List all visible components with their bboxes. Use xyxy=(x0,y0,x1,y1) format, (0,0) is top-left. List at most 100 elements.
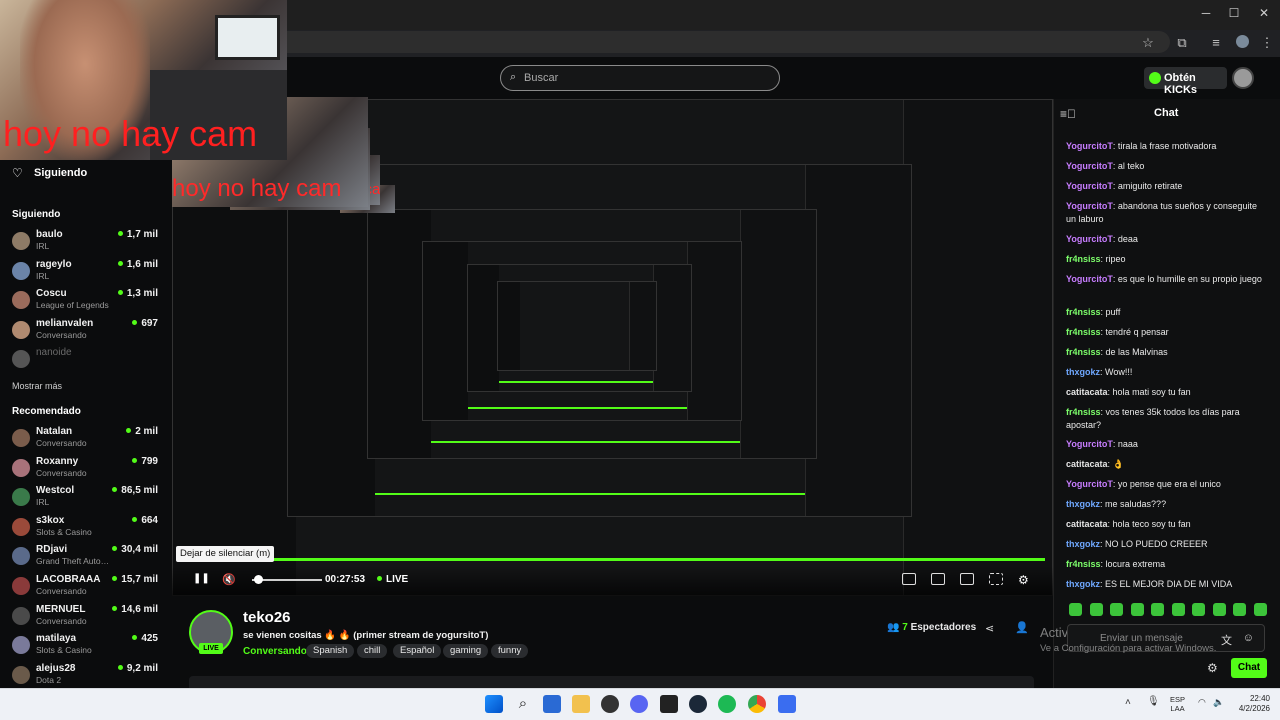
live-progress-bar[interactable] xyxy=(180,558,1045,561)
chat-username[interactable]: thxgokz xyxy=(1066,579,1100,589)
pause-button[interactable]: ❚❚ xyxy=(193,573,210,584)
theater-mode-icon[interactable] xyxy=(931,573,945,585)
share-icon[interactable]: ⋖ xyxy=(985,622,994,635)
sidebar-channel-item[interactable]: matilaya Slots & Casino 425 xyxy=(12,633,162,661)
sidebar-channel-item[interactable]: Coscu League of Legends 1,3 mil xyxy=(12,288,162,316)
stream-tag[interactable]: Spanish xyxy=(306,644,355,658)
stream-tag[interactable]: funny xyxy=(491,644,529,658)
sidebar-channel-item[interactable]: baulo IRL 1,7 mil xyxy=(12,229,162,257)
browser-menu-icon[interactable]: ⋮ xyxy=(1259,35,1275,51)
chat-username[interactable]: YogurcitoT xyxy=(1066,479,1113,489)
emote-icon[interactable] xyxy=(1253,603,1267,616)
sidebar-channel-item[interactable]: LACOBRAAA Conversando 15,7 mil xyxy=(12,574,162,602)
chat-username[interactable]: catitacata xyxy=(1066,387,1108,397)
chat-username[interactable]: YogurcitoT xyxy=(1066,181,1113,191)
emote-icon[interactable] xyxy=(1089,603,1103,616)
maximize-icon[interactable]: ☐ xyxy=(1224,6,1244,22)
user-avatar[interactable] xyxy=(1232,67,1254,89)
profile-icon[interactable] xyxy=(1234,35,1250,51)
language-indicator[interactable]: ESP LAA xyxy=(1170,695,1185,713)
clip-icon[interactable] xyxy=(902,573,916,585)
sidebar-channel-item[interactable]: rageylo IRL 1,6 mil xyxy=(12,259,162,287)
search-input[interactable]: ⌕ Buscar xyxy=(500,65,780,91)
get-kicks-button[interactable]: Obtén KICKs xyxy=(1144,67,1227,96)
media-icon[interactable]: ≡ xyxy=(1208,35,1224,51)
chat-username[interactable]: fr4nsiss xyxy=(1066,307,1101,317)
wifi-icon[interactable]: ◠ xyxy=(1198,697,1206,708)
emote-icon[interactable] xyxy=(1212,603,1226,616)
chat-username[interactable]: YogurcitoT xyxy=(1066,161,1113,171)
minimize-icon[interactable]: ─ xyxy=(1196,6,1216,22)
sidebar-channel-item[interactable]: RDjavi Grand Theft Auto… 30,4 mil xyxy=(12,544,162,572)
chat-username[interactable]: YogurcitoT xyxy=(1066,201,1113,211)
sidebar-channel-item[interactable]: alejus28 Dota 2 9,2 mil xyxy=(12,663,162,691)
chat-username[interactable]: fr4nsiss xyxy=(1066,559,1101,569)
epic-games-icon[interactable] xyxy=(660,695,678,713)
taskbar-clock[interactable]: 22:40 4/2/2026 xyxy=(1230,694,1270,714)
emote-icon[interactable] xyxy=(1192,603,1205,616)
extensions-icon[interactable]: ⧉ xyxy=(1174,35,1190,51)
obs-icon[interactable] xyxy=(601,695,619,713)
stream-tag[interactable]: gaming xyxy=(443,644,489,658)
sidebar-channel-item[interactable]: Natalan Conversando 2 mil xyxy=(12,426,162,454)
volume-muted-icon[interactable]: 🔇 xyxy=(222,573,236,586)
chat-username[interactable]: thxgokz xyxy=(1066,539,1100,549)
chat-username[interactable]: fr4nsiss xyxy=(1066,407,1101,417)
sidebar-channel-item[interactable]: MERNUEL Conversando 14,6 mil xyxy=(12,604,162,632)
chat-username[interactable]: fr4nsiss xyxy=(1066,347,1101,357)
start-icon[interactable] xyxy=(485,695,503,713)
stream-tag[interactable]: Español xyxy=(393,644,442,658)
pip-icon[interactable] xyxy=(960,573,974,585)
chat-username[interactable]: catitacata xyxy=(1066,459,1108,469)
chat-username[interactable]: thxgokz xyxy=(1066,367,1100,377)
app-icon[interactable] xyxy=(778,695,796,713)
chat-username[interactable]: YogurcitoT xyxy=(1066,274,1113,284)
emote-icon[interactable] xyxy=(1151,603,1164,616)
sidebar-channel-item[interactable]: nanoide xyxy=(12,347,162,375)
chat-username[interactable]: YogurcitoT xyxy=(1066,439,1113,449)
sidebar-channel-item[interactable]: Westcol IRL 86,5 mil xyxy=(12,485,162,513)
channel-name[interactable]: teko26 xyxy=(243,609,291,626)
search-taskbar-icon[interactable]: ⌕ xyxy=(514,695,532,713)
steam-icon[interactable] xyxy=(689,695,707,713)
chat-username[interactable]: fr4nsiss xyxy=(1066,327,1101,337)
chat-settings-icon[interactable]: ⚙ xyxy=(1207,661,1218,675)
translate-icon[interactable]: 文 xyxy=(1221,632,1232,648)
bookmark-star-icon[interactable]: ☆ xyxy=(1140,35,1156,51)
stream-tag[interactable]: chill xyxy=(357,644,388,658)
fullscreen-icon[interactable] xyxy=(989,573,1003,585)
close-icon[interactable]: ✕ xyxy=(1254,6,1274,22)
following-nav-link[interactable]: Siguiendo xyxy=(34,167,87,179)
address-bar[interactable] xyxy=(260,31,1170,53)
emote-icon[interactable] xyxy=(1233,603,1246,616)
emote-icon[interactable] xyxy=(1069,603,1082,616)
chat-username[interactable]: thxgokz xyxy=(1066,499,1100,509)
spotify-icon[interactable] xyxy=(718,695,736,713)
sidebar-channel-item[interactable]: melianvalen Conversando 697 xyxy=(12,318,162,346)
sidebar-channel-item[interactable]: s3kox Slots & Casino 664 xyxy=(12,515,162,543)
chat-username[interactable]: YogurcitoT xyxy=(1066,234,1113,244)
show-more-link[interactable]: Mostrar más xyxy=(12,381,62,391)
emote-icon[interactable] xyxy=(1130,603,1144,616)
player-settings-icon[interactable]: ⚙ xyxy=(1018,573,1029,587)
store-icon[interactable] xyxy=(543,695,561,713)
chat-username[interactable]: YogurcitoT xyxy=(1066,141,1113,151)
sidebar-channel-item[interactable]: Roxanny Conversando 799 xyxy=(12,456,162,484)
speaker-icon[interactable]: 🔈 xyxy=(1213,697,1224,708)
follow-icon[interactable]: 👤 xyxy=(1015,621,1029,634)
emote-icon[interactable] xyxy=(1110,603,1123,616)
collapse-chat-icon[interactable]: ≡⃕ xyxy=(1060,107,1076,121)
chat-username[interactable]: catitacata xyxy=(1066,519,1108,529)
tray-expand-icon[interactable]: ˄ xyxy=(1125,697,1131,708)
file-explorer-icon[interactable] xyxy=(572,695,590,713)
emote-icon[interactable] xyxy=(1171,603,1185,616)
chat-send-button[interactable]: Chat xyxy=(1231,658,1267,678)
chat-username[interactable]: fr4nsiss xyxy=(1066,254,1101,264)
microphone-icon[interactable]: 🎙 xyxy=(1147,696,1160,707)
stream-category[interactable]: Conversando xyxy=(243,646,307,657)
emoji-icon[interactable]: ☺ xyxy=(1243,632,1254,644)
live-indicator[interactable]: LIVE xyxy=(377,574,408,585)
chrome-icon[interactable] xyxy=(748,695,766,713)
volume-slider-handle[interactable] xyxy=(254,575,263,584)
discord-icon[interactable] xyxy=(630,695,648,713)
